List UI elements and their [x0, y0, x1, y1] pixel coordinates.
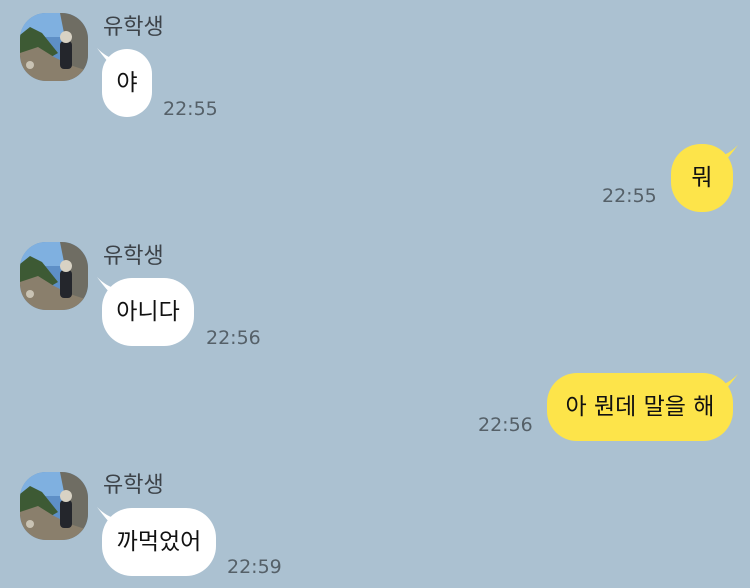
message-timestamp: 22:55: [602, 185, 657, 207]
message-outgoing: 뭐 22:55: [0, 130, 750, 230]
message-timestamp: 22:56: [478, 414, 533, 436]
message-bubble[interactable]: 까먹었어: [102, 508, 216, 576]
message-incoming: 유학생 까먹었어 22:59: [0, 460, 750, 588]
message-incoming: 유학생 야 22:55: [0, 0, 750, 130]
message-incoming: 유학생 아니다 22:56: [0, 230, 750, 360]
chat-room: 유학생 야 22:55 뭐 22:55 유학생 아니다 22:56 아 뭔데 말…: [0, 0, 750, 588]
message-bubble[interactable]: 아 뭔데 말을 해: [547, 373, 733, 441]
avatar[interactable]: [20, 13, 88, 81]
message-outgoing: 아 뭔데 말을 해 22:56: [0, 360, 750, 460]
sender-name: 유학생: [103, 473, 164, 498]
sender-name: 유학생: [103, 15, 164, 40]
message-bubble[interactable]: 아니다: [102, 278, 194, 346]
message-timestamp: 22:59: [227, 556, 282, 578]
profile-photo-icon: [20, 472, 88, 540]
avatar[interactable]: [20, 242, 88, 310]
profile-photo-icon: [20, 13, 88, 81]
message-bubble[interactable]: 야: [102, 49, 152, 117]
avatar[interactable]: [20, 472, 88, 540]
message-bubble[interactable]: 뭐: [671, 144, 733, 212]
sender-name: 유학생: [103, 244, 164, 269]
profile-photo-icon: [20, 242, 88, 310]
message-timestamp: 22:55: [163, 98, 218, 120]
message-timestamp: 22:56: [206, 327, 261, 349]
